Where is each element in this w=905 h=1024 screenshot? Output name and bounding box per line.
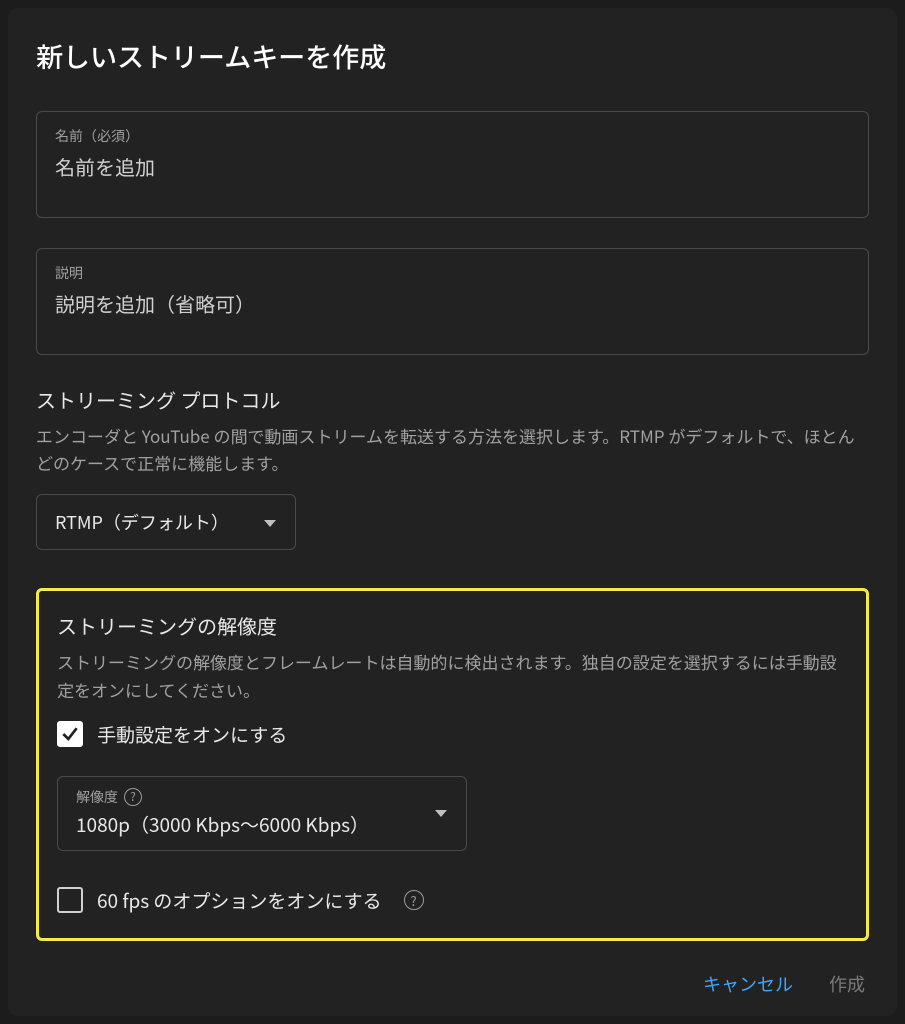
resolution-section: ストリーミングの解像度 ストリーミングの解像度とフレームレートは自動的に検出され…: [36, 588, 869, 940]
resolution-section-description: ストリーミングの解像度とフレームレートは自動的に検出されます。独自の設定を選択す…: [57, 648, 848, 702]
dialog-footer: キャンセル 作成: [36, 941, 869, 1003]
protocol-dropdown-value: RTMP（デフォルト）: [55, 509, 229, 535]
manual-settings-checkbox[interactable]: [57, 721, 83, 747]
name-field-input[interactable]: 名前を追加: [55, 152, 850, 181]
protocol-section-title: ストリーミング プロトコル: [36, 385, 869, 414]
fps-option-row: 60 fps のオプションをオンにする ?: [57, 887, 848, 914]
create-button[interactable]: 作成: [825, 965, 869, 1003]
create-stream-key-dialog: 新しいストリームキーを作成 名前（必須） 名前を追加 説明 説明を追加（省略可）…: [8, 8, 897, 1016]
protocol-dropdown[interactable]: RTMP（デフォルト）: [36, 494, 296, 550]
cancel-button[interactable]: キャンセル: [699, 965, 797, 1003]
description-field-label: 説明: [55, 263, 850, 283]
help-icon[interactable]: ?: [124, 788, 142, 806]
chevron-down-icon: [434, 800, 448, 824]
dialog-title: 新しいストリームキーを作成: [36, 36, 869, 75]
fps-checkbox[interactable]: [57, 887, 83, 913]
resolution-section-title: ストリーミングの解像度: [57, 611, 848, 640]
protocol-section: ストリーミング プロトコル エンコーダと YouTube の間で動画ストリームを…: [36, 385, 869, 550]
resolution-dropdown-label: 解像度: [76, 787, 118, 807]
name-field-label: 名前（必須）: [55, 126, 850, 146]
resolution-dropdown-value: 1080p（3000 Kbps～6000 Kbps）: [76, 811, 434, 838]
manual-settings-row: 手動設定をオンにする: [57, 721, 848, 748]
name-field[interactable]: 名前（必須） 名前を追加: [36, 111, 869, 218]
chevron-down-icon: [263, 510, 277, 534]
resolution-dropdown[interactable]: 解像度 ? 1080p（3000 Kbps～6000 Kbps）: [57, 776, 467, 851]
check-icon: [60, 724, 80, 744]
help-icon[interactable]: ?: [404, 890, 424, 910]
protocol-section-description: エンコーダと YouTube の間で動画ストリームを転送する方法を選択します。R…: [36, 422, 869, 476]
manual-settings-label: 手動設定をオンにする: [97, 721, 287, 748]
fps-checkbox-label: 60 fps のオプションをオンにする: [97, 887, 382, 914]
description-field[interactable]: 説明 説明を追加（省略可）: [36, 248, 869, 355]
description-field-input[interactable]: 説明を追加（省略可）: [55, 289, 850, 318]
